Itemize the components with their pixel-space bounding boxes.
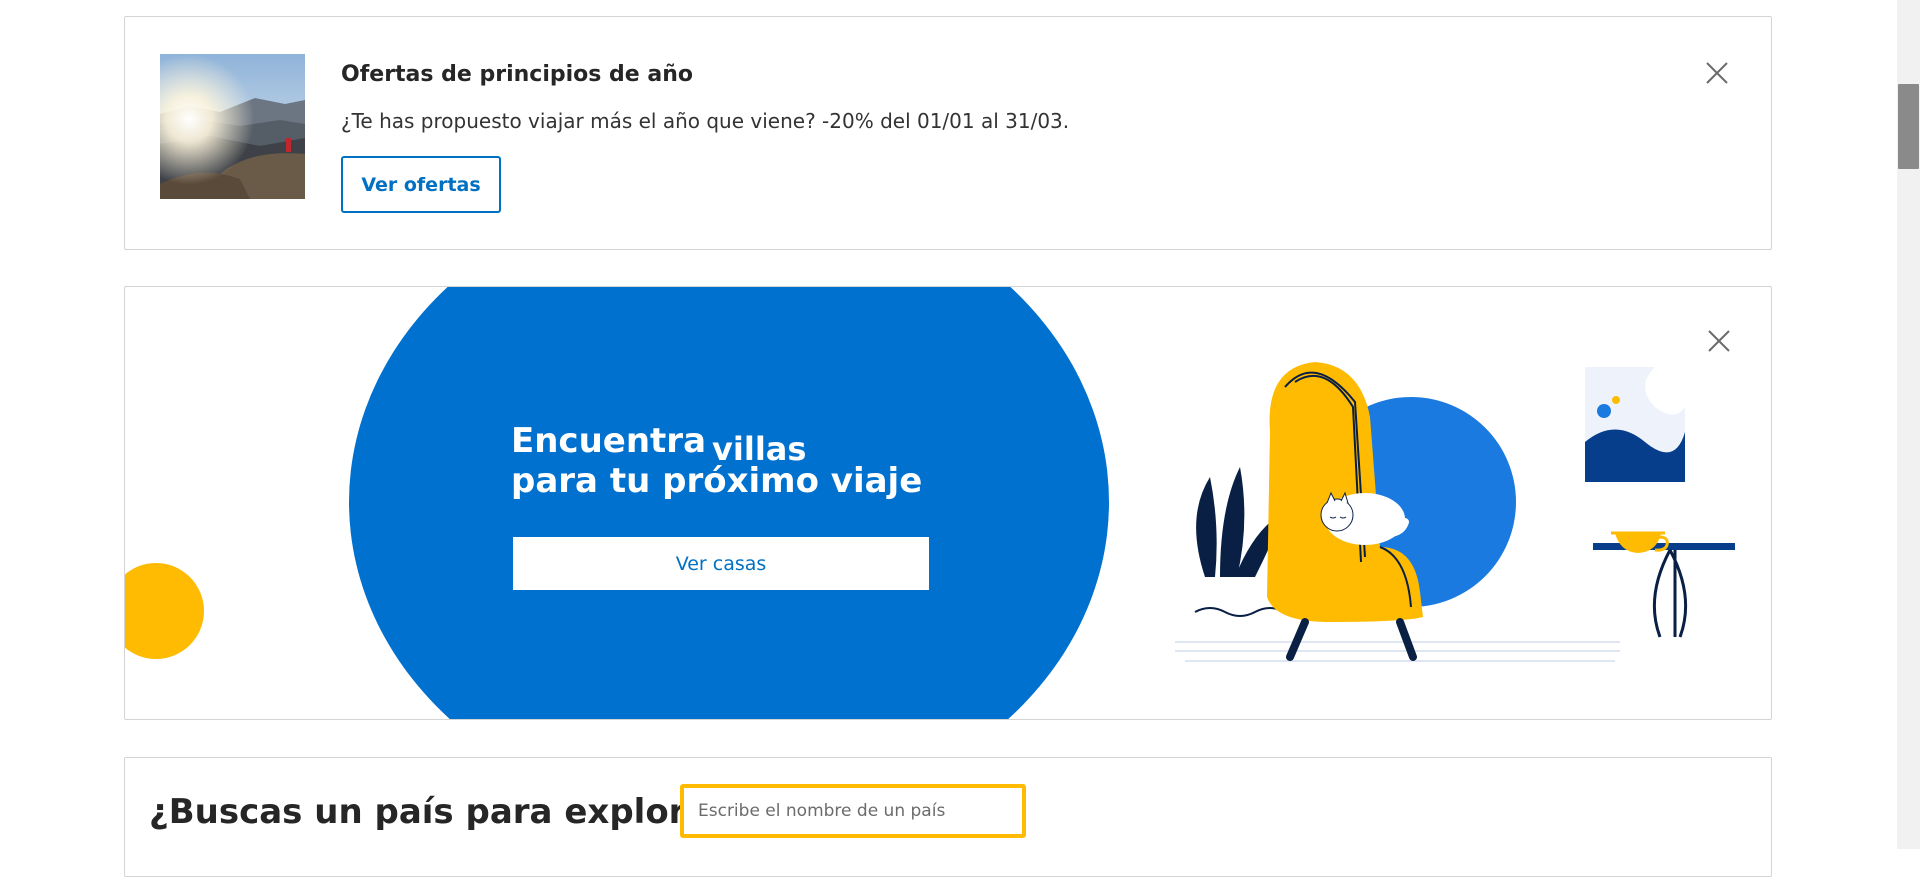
country-search-input[interactable]	[680, 784, 1026, 838]
promo-image	[160, 54, 305, 199]
country-search-heading: ¿Buscas un país para explorar?	[149, 792, 745, 832]
headline-part1: Encuentra	[511, 421, 707, 461]
promo-description: ¿Te has propuesto viajar más el año que …	[341, 109, 1070, 133]
scrollbar-thumb[interactable]	[1898, 84, 1919, 169]
villa-headline: Encuentra villas para tu próximo viaje	[511, 421, 922, 501]
promo-close-button[interactable]	[1699, 55, 1735, 91]
promo-card: Ofertas de principios de año ¿Te has pro…	[124, 16, 1772, 250]
promo-title: Ofertas de principios de año	[341, 62, 693, 87]
villa-close-button[interactable]	[1701, 323, 1737, 359]
view-offers-button[interactable]: Ver ofertas	[341, 156, 501, 213]
close-icon	[1708, 330, 1730, 352]
close-icon	[1706, 62, 1728, 84]
armchair-cat-illustration	[1175, 362, 1735, 662]
view-homes-button[interactable]: Ver casas	[513, 537, 929, 590]
villa-banner: Encuentra villas para tu próximo viaje Ve…	[124, 286, 1772, 720]
country-search-card: ¿Buscas un país para explorar?	[124, 757, 1772, 877]
headline-accent: villas	[712, 430, 807, 468]
